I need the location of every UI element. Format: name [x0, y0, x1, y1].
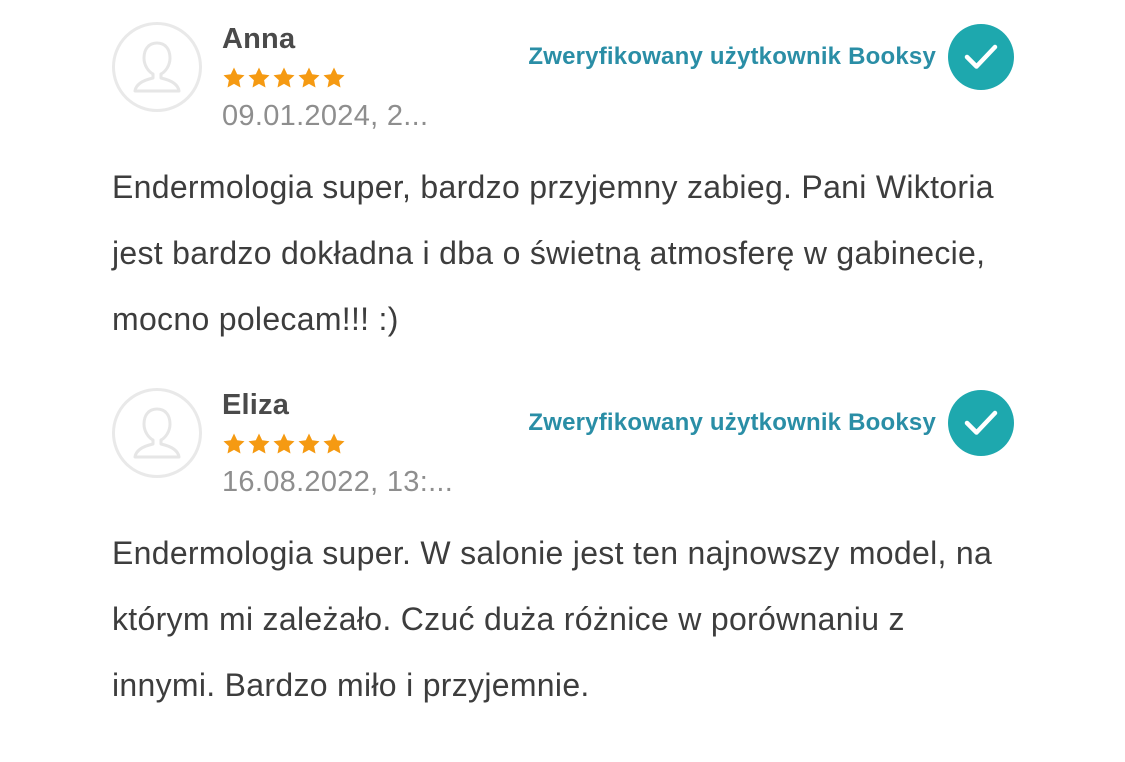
star-icon — [298, 433, 320, 454]
review-date: 16.08.2022, 13:... — [222, 466, 454, 498]
avatar — [112, 388, 202, 478]
review-author: Eliza — [222, 389, 290, 421]
star-icon — [323, 67, 345, 88]
star-icon — [248, 433, 270, 454]
avatar — [112, 22, 202, 112]
star-icon — [223, 433, 245, 454]
star-icon — [298, 67, 320, 88]
review-date: 09.01.2024, 2... — [222, 100, 429, 132]
checkmark-icon — [964, 44, 998, 69]
user-placeholder-icon — [133, 407, 181, 459]
verified-user-badge: Zweryfikowany użytkownik Booksy — [528, 24, 1014, 90]
checkmark-icon — [964, 410, 998, 435]
star-rating — [222, 432, 346, 456]
star-icon — [273, 433, 295, 454]
verified-label: Zweryfikowany użytkownik Booksy — [528, 409, 936, 436]
user-placeholder-icon — [133, 41, 181, 93]
star-icon — [273, 67, 295, 88]
review-text: Endermologia super, bardzo przyjemny zab… — [112, 169, 994, 337]
verified-user-badge: Zweryfikowany użytkownik Booksy — [528, 390, 1014, 456]
verified-label: Zweryfikowany użytkownik Booksy — [528, 43, 936, 70]
checkmark-badge — [948, 390, 1014, 456]
star-icon — [223, 67, 245, 88]
star-icon — [323, 433, 345, 454]
reviews-list: Anna 09.01.2024, 2... Zweryfikowany użyt… — [0, 0, 1125, 762]
star-icon — [248, 67, 270, 88]
checkmark-badge — [948, 24, 1014, 90]
review-text: Endermologia super. W salonie jest ten n… — [112, 535, 993, 703]
star-rating — [222, 66, 346, 90]
review-author: Anna — [222, 23, 296, 55]
